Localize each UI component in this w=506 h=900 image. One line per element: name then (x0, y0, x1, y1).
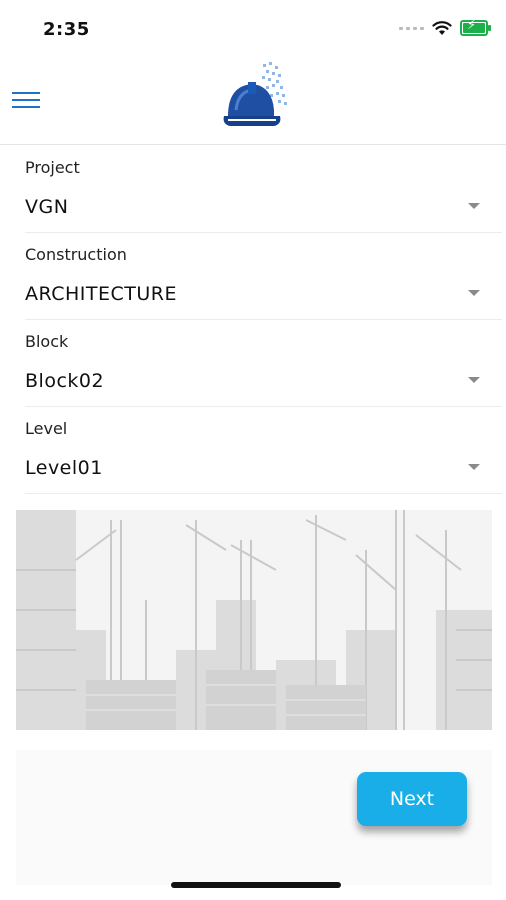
cellular-signal-icon (399, 26, 424, 30)
project-value: VGN (25, 196, 69, 218)
block-label: Block (25, 332, 69, 351)
app-header (0, 60, 506, 145)
hamburger-menu-icon[interactable] (12, 92, 40, 110)
level-value: Level01 (25, 457, 103, 479)
home-indicator[interactable] (171, 882, 341, 888)
construction-label: Construction (25, 245, 127, 264)
chevron-down-icon[interactable] (468, 290, 480, 296)
status-time: 2:35 (43, 19, 90, 40)
construction-value: ARCHITECTURE (25, 283, 178, 305)
project-select[interactable]: Project VGN (25, 146, 502, 233)
level-label: Level (25, 419, 68, 438)
next-button[interactable]: Next (357, 772, 467, 826)
construction-cranes-skyline-image (16, 510, 492, 730)
chevron-down-icon[interactable] (468, 464, 480, 470)
hard-hat-logo-icon (223, 62, 287, 126)
selection-form: Project VGN Construction ARCHITECTURE Bl… (0, 146, 506, 494)
chevron-down-icon[interactable] (468, 203, 480, 209)
project-label: Project (25, 158, 80, 177)
status-icons: ⚡ (399, 18, 491, 36)
wifi-icon (432, 21, 452, 35)
level-select[interactable]: Level Level01 (25, 407, 502, 494)
status-bar: 2:35 ⚡ (0, 0, 506, 60)
chevron-down-icon[interactable] (468, 377, 480, 383)
block-select[interactable]: Block Block02 (25, 320, 502, 407)
block-value: Block02 (25, 370, 105, 392)
construction-select[interactable]: Construction ARCHITECTURE (25, 233, 502, 320)
battery-charging-icon: ⚡ (460, 18, 491, 36)
